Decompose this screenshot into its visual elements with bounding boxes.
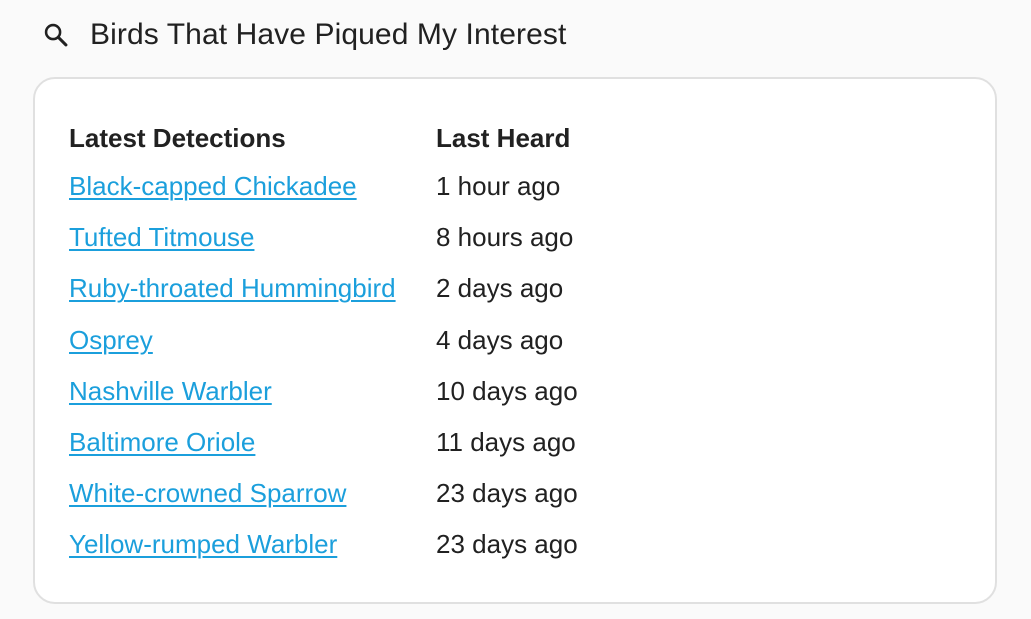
column-header-latest-detections: Latest Detections [69,122,286,153]
bird-link[interactable]: Nashville Warbler [69,376,272,406]
search-icon [40,19,72,51]
bird-cell: Yellow-rumped Warbler [69,519,436,570]
table-row: Osprey 4 days ago [69,315,578,366]
bird-link[interactable]: Baltimore Oriole [69,427,255,457]
table-row: Ruby-throated Hummingbird 2 days ago [69,263,578,314]
table-row: White-crowned Sparrow 23 days ago [69,468,578,519]
table-row: Nashville Warbler 10 days ago [69,366,578,417]
bird-link[interactable]: Osprey [69,325,153,355]
bird-cell: Tufted Titmouse [69,212,436,263]
last-heard-cell: 2 days ago [436,273,564,304]
detections-card: Latest Detections Last Heard Black-cappe… [33,77,997,604]
bird-cell: Black-capped Chickadee [69,161,436,212]
bird-cell: Nashville Warbler [69,366,436,417]
last-heard-cell: 8 hours ago [436,222,574,253]
table-row: Yellow-rumped Warbler 23 days ago [69,519,578,570]
bird-link[interactable]: White-crowned Sparrow [69,478,346,508]
bird-link[interactable]: Tufted Titmouse [69,222,254,252]
table-row: Baltimore Oriole 11 days ago [69,417,578,468]
bird-link[interactable]: Ruby-throated Hummingbird [69,273,396,303]
last-heard-cell: 1 hour ago [436,171,561,202]
last-heard-cell: 23 days ago [436,478,578,509]
bird-cell: Ruby-throated Hummingbird [69,263,436,314]
card-header: Birds That Have Piqued My Interest [40,12,566,58]
last-heard-cell: 23 days ago [436,529,578,560]
bird-cell: White-crowned Sparrow [69,468,436,519]
last-heard-cell: 10 days ago [436,375,578,406]
bird-link[interactable]: Yellow-rumped Warbler [69,529,337,559]
card-title: Birds That Have Piqued My Interest [90,18,567,51]
bird-cell: Baltimore Oriole [69,417,436,468]
table-row: Tufted Titmouse 8 hours ago [69,212,578,263]
bird-cell: Osprey [69,315,436,366]
table-header-row: Latest Detections Last Heard [69,115,578,161]
last-heard-cell: 4 days ago [436,324,564,355]
column-header-last-heard: Last Heard [436,122,571,153]
bird-link[interactable]: Black-capped Chickadee [69,171,357,201]
last-heard-cell: 11 days ago [436,427,576,458]
table-row: Black-capped Chickadee 1 hour ago [69,161,578,212]
detections-table: Latest Detections Last Heard Black-cappe… [69,115,578,571]
